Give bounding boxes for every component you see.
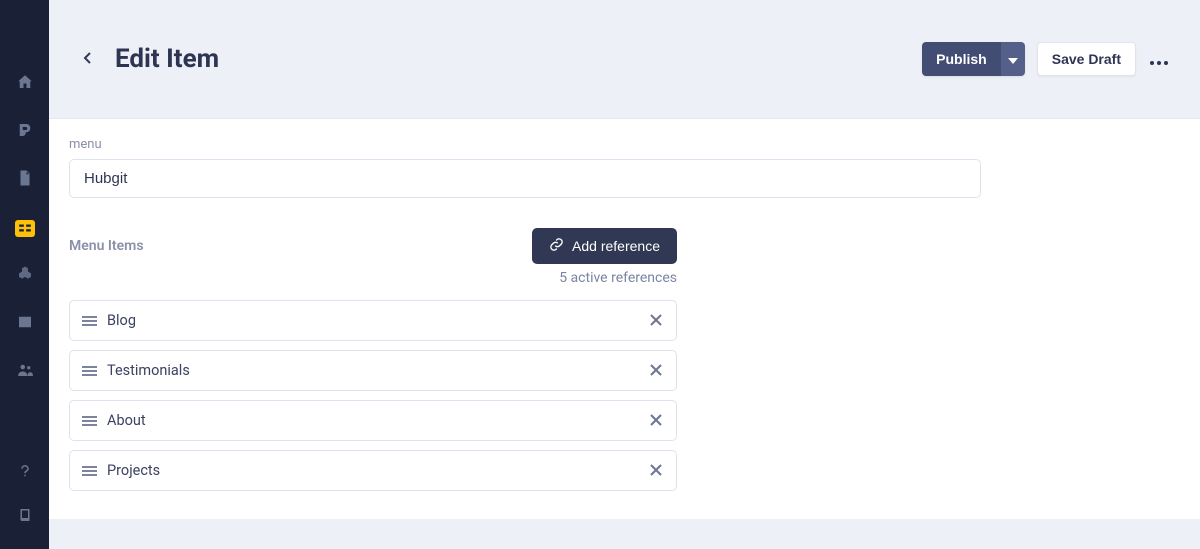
- sidebar-item-book[interactable]: [0, 495, 49, 539]
- back-button[interactable]: [79, 50, 97, 68]
- drag-handle-icon[interactable]: [82, 315, 97, 327]
- content-card: menu Menu Items Add reference 5 active r…: [49, 118, 1200, 519]
- document-icon: [16, 169, 34, 191]
- section-title: Menu Items: [69, 238, 144, 254]
- team-icon: [16, 361, 34, 383]
- blocks-icon: [16, 265, 34, 287]
- chevron-left-icon: [83, 50, 93, 69]
- reference-label: About: [107, 412, 648, 429]
- menu-input[interactable]: [69, 159, 981, 198]
- drag-handle-icon[interactable]: [82, 365, 97, 377]
- publish-group: Publish: [922, 42, 1025, 76]
- home-icon: [16, 73, 34, 95]
- publish-button[interactable]: Publish: [922, 42, 1001, 76]
- drag-handle-icon[interactable]: [82, 465, 97, 477]
- reference-list: Blog Testimonials: [69, 300, 677, 491]
- add-reference-label: Add reference: [572, 238, 660, 254]
- reference-label: Blog: [107, 312, 648, 329]
- blog-icon: [16, 121, 34, 143]
- media-icon: [16, 313, 34, 335]
- header-actions: Publish Save Draft: [922, 42, 1170, 76]
- sidebar-item-home[interactable]: [0, 60, 49, 108]
- link-icon: [549, 237, 564, 255]
- remove-reference-button[interactable]: [648, 409, 664, 432]
- sidebar-item-blocks[interactable]: [0, 252, 49, 300]
- reference-item[interactable]: Blog: [69, 300, 677, 341]
- menu-items-section: Menu Items Add reference 5 active refere…: [69, 228, 1180, 491]
- main: Edit Item Publish Save Draft menu: [49, 0, 1200, 549]
- close-icon: [650, 361, 662, 380]
- caret-down-icon: [1008, 52, 1018, 67]
- sidebar-item-cards[interactable]: [0, 204, 49, 252]
- sidebar-item-media[interactable]: [0, 300, 49, 348]
- header: Edit Item Publish Save Draft: [49, 0, 1200, 118]
- remove-reference-button[interactable]: [648, 459, 664, 482]
- sidebar-item-document[interactable]: [0, 156, 49, 204]
- reference-label: Testimonials: [107, 362, 648, 379]
- add-reference-button[interactable]: Add reference: [532, 228, 677, 264]
- close-icon: [650, 411, 662, 430]
- sidebar-bottom: [0, 451, 49, 549]
- reference-item[interactable]: Projects: [69, 450, 677, 491]
- reference-item[interactable]: About: [69, 400, 677, 441]
- help-icon: [16, 462, 34, 484]
- publish-dropdown-button[interactable]: [1001, 42, 1025, 76]
- cards-icon: [15, 220, 35, 237]
- close-icon: [650, 311, 662, 330]
- sidebar-item-team[interactable]: [0, 348, 49, 396]
- section-header: Menu Items Add reference: [69, 228, 677, 264]
- more-button[interactable]: [1148, 44, 1170, 75]
- more-horizontal-icon: [1150, 50, 1168, 69]
- sidebar: [0, 0, 49, 549]
- page-title: Edit Item: [115, 44, 922, 74]
- menu-label: menu: [69, 137, 1180, 152]
- reference-item[interactable]: Testimonials: [69, 350, 677, 391]
- drag-handle-icon[interactable]: [82, 415, 97, 427]
- save-draft-button[interactable]: Save Draft: [1037, 42, 1136, 76]
- sidebar-item-blog[interactable]: [0, 108, 49, 156]
- reference-label: Projects: [107, 462, 648, 479]
- sidebar-item-help[interactable]: [0, 451, 49, 495]
- reference-count: 5 active references: [69, 270, 677, 286]
- remove-reference-button[interactable]: [648, 359, 664, 382]
- book-icon: [16, 506, 34, 528]
- remove-reference-button[interactable]: [648, 309, 664, 332]
- close-icon: [650, 461, 662, 480]
